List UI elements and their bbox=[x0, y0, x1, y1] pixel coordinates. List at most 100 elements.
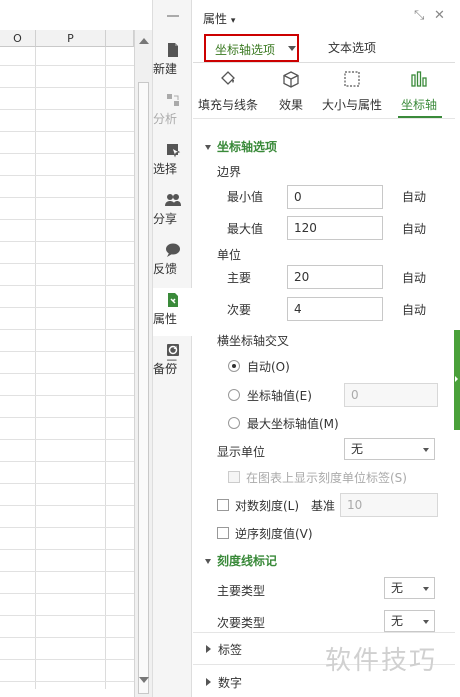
scroll-up-arrow-icon[interactable] bbox=[139, 38, 149, 44]
major-tick-type-label: 主要类型 bbox=[217, 584, 266, 598]
tab-axis-options[interactable]: 坐标轴选项 bbox=[204, 34, 299, 62]
display-unit-select[interactable]: 无 bbox=[344, 438, 435, 460]
minor-tick-type-select[interactable]: 无 bbox=[384, 610, 435, 632]
reverse-order-checkbox[interactable] bbox=[217, 527, 229, 539]
show-unit-label-text: 在图表上显示刻度单位标签(S) bbox=[246, 471, 407, 485]
sidebar-item-analysis[interactable]: 分析 bbox=[153, 88, 193, 136]
auto-label: 自动 bbox=[402, 190, 427, 204]
section-tick-marks[interactable]: 刻度线标记 bbox=[205, 552, 277, 569]
spreadsheet-area[interactable]: O P bbox=[0, 0, 152, 697]
max-value-input[interactable]: 120 bbox=[287, 216, 383, 240]
cross-auto-radio[interactable] bbox=[228, 360, 240, 372]
major-unit-input[interactable]: 20 bbox=[287, 265, 383, 289]
min-value-input[interactable]: 0 bbox=[287, 185, 383, 209]
select-icon bbox=[165, 142, 181, 158]
log-base-text: 10 bbox=[347, 498, 363, 512]
scroll-down-arrow-icon[interactable] bbox=[139, 677, 149, 683]
sidebar-item-label: 分享 bbox=[153, 212, 178, 226]
grid-line bbox=[0, 197, 134, 198]
grid-line bbox=[0, 417, 134, 418]
subtab-axis[interactable]: 坐标轴 bbox=[401, 70, 437, 113]
section-axis-options[interactable]: 坐标轴选项 bbox=[205, 138, 277, 155]
column-header-next[interactable] bbox=[106, 30, 134, 47]
sidebar-item-feedback[interactable]: 反馈 bbox=[153, 238, 193, 286]
grid-line bbox=[0, 483, 134, 484]
expand-triangle-icon[interactable] bbox=[206, 678, 211, 686]
log-scale-checkbox[interactable] bbox=[217, 499, 229, 511]
major-auto-button[interactable]: 自动 bbox=[402, 269, 426, 286]
minor-auto-button[interactable]: 自动 bbox=[402, 301, 426, 318]
minor-unit-input[interactable]: 4 bbox=[287, 297, 383, 321]
cross-max-radio[interactable] bbox=[228, 417, 240, 429]
grid-line bbox=[0, 659, 134, 660]
panel-title[interactable]: 属性 ▾ bbox=[203, 10, 235, 27]
close-icon[interactable]: ✕ bbox=[434, 8, 445, 23]
watermark: 软件技巧 bbox=[325, 646, 438, 676]
major-unit-text: 20 bbox=[294, 270, 310, 284]
subtab-label: 大小与属性 bbox=[322, 98, 383, 112]
grid-line bbox=[0, 351, 134, 352]
sidebar-item-properties[interactable]: 属性 bbox=[153, 288, 193, 336]
section-labels[interactable]: 标签 bbox=[218, 641, 242, 658]
reverse-order-label[interactable]: 逆序刻度值(V) bbox=[235, 525, 313, 542]
grid-line bbox=[0, 549, 134, 550]
subtab-effects[interactable]: 效果 bbox=[279, 70, 303, 113]
auto-label: 自动 bbox=[402, 222, 427, 236]
section-numbers[interactable]: 数字 bbox=[218, 674, 242, 691]
grid-line bbox=[0, 219, 134, 220]
log-base-input[interactable]: 10 bbox=[340, 493, 438, 517]
properties-panel: 属性 ▾ ⤡ ✕ 坐标轴选项 文本选项 填充与线条 效果 大小与属性 坐标轴 坐… bbox=[193, 0, 460, 697]
cross-axis-value-label[interactable]: 坐标轴值(E) bbox=[247, 387, 312, 404]
subtab-label: 效果 bbox=[279, 98, 304, 112]
max-label: 最大值 bbox=[227, 222, 264, 236]
grid-line bbox=[0, 307, 134, 308]
subtab-fill-line[interactable]: 填充与线条 bbox=[198, 70, 258, 113]
unit-label: 单位 bbox=[217, 248, 242, 262]
collapse-triangle-icon bbox=[205, 559, 211, 564]
restore-icon[interactable]: ⤡ bbox=[414, 8, 424, 23]
cross-axis-value-text: 0 bbox=[351, 388, 359, 402]
sidebar-item-share[interactable]: 分享 bbox=[153, 188, 193, 236]
sidebar-item-new[interactable]: 新建 bbox=[153, 38, 193, 86]
sidebar-item-label: 选择 bbox=[153, 162, 178, 176]
column-header-p[interactable]: P bbox=[36, 30, 106, 47]
grid-line bbox=[0, 373, 134, 374]
grid-line bbox=[0, 109, 134, 110]
grid-line bbox=[0, 461, 134, 462]
minor-tick-type-label: 次要类型 bbox=[217, 616, 266, 630]
grid-line bbox=[0, 87, 134, 88]
grid-line bbox=[0, 527, 134, 528]
panel-collapse-handle[interactable] bbox=[454, 330, 460, 430]
min-auto-button[interactable]: 自动 bbox=[402, 188, 426, 205]
divider bbox=[193, 632, 455, 633]
sidebar-item-label: 属性 bbox=[153, 312, 178, 326]
max-auto-button[interactable]: 自动 bbox=[402, 220, 426, 237]
cross-auto-label[interactable]: 自动(O) bbox=[247, 358, 290, 375]
vertical-scrollbar[interactable] bbox=[134, 30, 152, 697]
scroll-thumb[interactable] bbox=[138, 82, 149, 694]
sidebar-item-select[interactable]: 选择 bbox=[153, 138, 193, 186]
show-unit-label-checkbox[interactable] bbox=[228, 471, 240, 483]
auto-label: 自动 bbox=[402, 271, 427, 285]
grid-line bbox=[0, 131, 134, 132]
new-doc-icon bbox=[165, 42, 181, 58]
analysis-icon bbox=[165, 92, 181, 108]
sidebar-item-label: 分析 bbox=[153, 112, 178, 126]
cross-axis-value-radio[interactable] bbox=[228, 389, 240, 401]
cross-axis-value-input[interactable]: 0 bbox=[344, 383, 438, 407]
column-header-o[interactable]: O bbox=[0, 30, 36, 47]
log-scale-label[interactable]: 对数刻度(L) bbox=[235, 497, 299, 514]
grid-line bbox=[0, 637, 134, 638]
sidebar-item-label: 新建 bbox=[153, 62, 178, 76]
drag-handle-icon[interactable]: ☰ bbox=[166, 358, 178, 373]
grid-line bbox=[0, 593, 134, 594]
bar-chart-icon bbox=[410, 70, 428, 88]
grid-line bbox=[0, 263, 134, 264]
chevron-down-icon[interactable] bbox=[288, 46, 296, 51]
expand-triangle-icon[interactable] bbox=[206, 645, 211, 653]
tab-text-options[interactable]: 文本选项 bbox=[328, 39, 376, 56]
major-tick-type-select[interactable]: 无 bbox=[384, 577, 435, 599]
section-title: 坐标轴选项 bbox=[217, 140, 278, 154]
cross-max-label[interactable]: 最大坐标轴值(M) bbox=[247, 415, 339, 432]
subtab-size-properties[interactable]: 大小与属性 bbox=[322, 70, 382, 113]
